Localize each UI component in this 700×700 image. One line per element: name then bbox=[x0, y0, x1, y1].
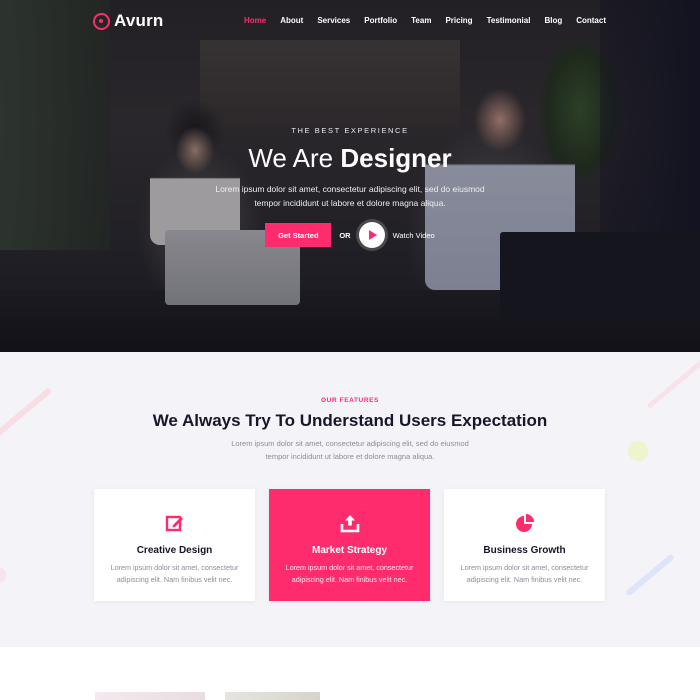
hero-title-accent: Designer bbox=[340, 143, 452, 173]
feature-card-creative-design[interactable]: Creative Design Lorem ipsum dolor sit am… bbox=[94, 489, 255, 601]
hero-actions: Get Started OR Watch Video bbox=[0, 222, 700, 248]
features-title-accent: Understand bbox=[299, 411, 395, 430]
features-description: Lorem ipsum dolor sit amet, consectetur … bbox=[0, 438, 700, 463]
feature-card-text-line: adipiscing elit. Nam finibus velit nec. bbox=[116, 575, 233, 584]
nav-item-blog[interactable]: Blog bbox=[544, 16, 562, 25]
hero-title: We Are Designer bbox=[0, 143, 700, 174]
feature-cards: Creative Design Lorem ipsum dolor sit am… bbox=[94, 489, 605, 601]
logo-icon bbox=[93, 12, 110, 30]
feature-card-text-line: adipiscing elit. Nam finibus velit nec. bbox=[466, 575, 583, 584]
hero-description-line: tempor incididunt ut labore et dolore ma… bbox=[254, 198, 446, 208]
edit-icon bbox=[94, 513, 255, 533]
nav-item-contact[interactable]: Contact bbox=[576, 16, 606, 25]
or-label: OR bbox=[339, 230, 351, 240]
feature-card-text-line: Lorem ipsum dolor sit amet, consectetur bbox=[285, 563, 414, 572]
features-title-tail: Users Expectation bbox=[398, 411, 548, 430]
nav-item-pricing[interactable]: Pricing bbox=[445, 16, 472, 25]
section-image bbox=[225, 692, 320, 700]
feature-card-text-line: Lorem ipsum dolor sit amet, consectetur bbox=[110, 563, 239, 572]
nav-item-about[interactable]: About bbox=[280, 16, 303, 25]
hero-description: Lorem ipsum dolor sit amet, consectetur … bbox=[190, 182, 510, 210]
feature-card-text-line: Lorem ipsum dolor sit amet, consectetur bbox=[460, 563, 589, 572]
main-menu: Home About Services Portfolio Team Prici… bbox=[230, 16, 606, 25]
brand-logo[interactable]: Avurn bbox=[93, 11, 164, 31]
feature-card-title: Creative Design bbox=[136, 545, 213, 556]
play-icon bbox=[368, 230, 377, 240]
feature-card-title: Market Strategy bbox=[311, 545, 388, 556]
feature-card-business-growth[interactable]: Business Growth Lorem ipsum dolor sit am… bbox=[444, 489, 605, 601]
decor-shape bbox=[0, 567, 6, 583]
feature-card-market-strategy[interactable]: Market Strategy Lorem ipsum dolor sit am… bbox=[269, 489, 430, 601]
features-description-line: tempor incididunt ut labore et dolore ma… bbox=[265, 451, 435, 461]
features-description-line: Lorem ipsum dolor sit amet, consectetur … bbox=[231, 439, 469, 448]
hero-section: Avurn Home About Services Portfolio Team… bbox=[0, 0, 700, 352]
nav-item-testimonial[interactable]: Testimonial bbox=[487, 16, 531, 25]
features-section: OUR FEATURES We Always Try To Understand… bbox=[0, 352, 700, 647]
section-image bbox=[95, 692, 205, 700]
next-section bbox=[0, 647, 700, 700]
decor-shape bbox=[625, 553, 675, 597]
pie-chart-icon bbox=[444, 513, 605, 533]
feature-card-text: Lorem ipsum dolor sit amet, consectetur … bbox=[280, 562, 420, 586]
logo-text: Avurn bbox=[114, 11, 164, 30]
features-eyebrow: OUR FEATURES bbox=[321, 397, 379, 404]
play-video-button[interactable] bbox=[358, 222, 385, 248]
hero-description-line: Lorem ipsum dolor sit amet, consectetur … bbox=[215, 184, 485, 194]
hero-content: THE BEST EXPERIENCE We Are Designer Lore… bbox=[0, 126, 700, 248]
features-title: We Always Try To Understand Users Expect… bbox=[0, 411, 700, 431]
watch-video-link[interactable]: Watch Video bbox=[393, 231, 435, 240]
nav-item-home[interactable]: Home bbox=[244, 16, 266, 25]
upload-icon bbox=[269, 513, 430, 533]
feature-card-text-line: adipiscing elit. Nam finibus velit nec. bbox=[291, 575, 408, 584]
hero-title-lead: We Are bbox=[248, 143, 334, 173]
features-title-lead: We Always Try To bbox=[152, 411, 296, 430]
nav-item-portfolio[interactable]: Portfolio bbox=[364, 16, 397, 25]
nav-item-team[interactable]: Team bbox=[411, 16, 431, 25]
hero-eyebrow: THE BEST EXPERIENCE bbox=[291, 126, 409, 135]
get-started-button[interactable]: Get Started bbox=[265, 223, 332, 247]
feature-card-title: Business Growth bbox=[483, 545, 566, 556]
feature-card-text: Lorem ipsum dolor sit amet, consectetur … bbox=[455, 562, 595, 586]
feature-card-text: Lorem ipsum dolor sit amet, consectetur … bbox=[105, 562, 245, 586]
nav-item-services[interactable]: Services bbox=[317, 16, 350, 25]
navbar: Avurn Home About Services Portfolio Team… bbox=[0, 0, 700, 42]
